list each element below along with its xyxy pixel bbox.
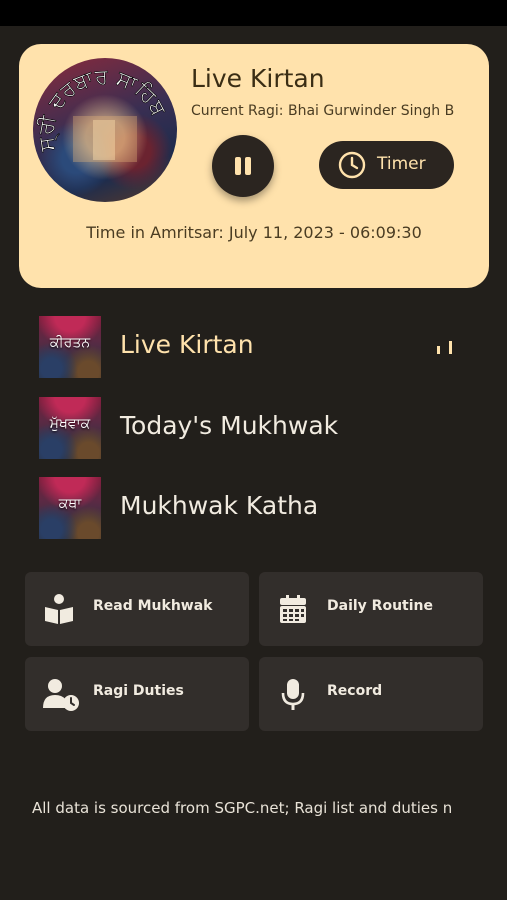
- pause-icon: [235, 157, 241, 175]
- now-playing-equalizer-icon: [437, 341, 452, 354]
- status-bar: [0, 0, 507, 26]
- pause-button[interactable]: [212, 135, 274, 197]
- record-label: Record: [327, 683, 383, 699]
- daily-routine-button[interactable]: Daily Routine: [259, 572, 483, 646]
- track-title: Today's Mukhwak: [120, 411, 339, 440]
- read-mukhwak-label: Read Mukhwak: [93, 598, 213, 614]
- thumbnail-text: ਮੁੱਖਵਾਕ: [49, 416, 91, 432]
- track-live-kirtan[interactable]: ਕੀਰਤਨ Live Kirtan: [39, 316, 479, 378]
- calendar-icon: [280, 595, 306, 623]
- current-ragi: Current Ragi: Bhai Gurwinder Singh B: [191, 103, 455, 119]
- read-mukhwak-button[interactable]: Read Mukhwak: [25, 572, 249, 646]
- daily-routine-label: Daily Routine: [327, 598, 433, 614]
- track-thumbnail: ਮੁੱਖਵਾਕ: [39, 397, 101, 459]
- book-reader-icon: [45, 594, 73, 624]
- clock-icon: [338, 151, 366, 179]
- ragi-duties-button[interactable]: Ragi Duties: [25, 657, 249, 731]
- record-button[interactable]: Record: [259, 657, 483, 731]
- track-thumbnail: ਕੀਰਤਨ: [39, 316, 101, 378]
- amritsar-time: Time in Amritsar: July 11, 2023 - 06:09:…: [86, 223, 422, 242]
- track-title: Mukhwak Katha: [120, 491, 319, 520]
- microphone-icon: [281, 679, 305, 710]
- now-playing-card: ਸ੍ਰੀ ਦਰਬਾਰ ਸਾਹਿਬ Live Kirtan Current Rag…: [19, 44, 489, 288]
- thumbnail-text: ਕਥਾ: [58, 496, 82, 512]
- track-mukhwak-katha[interactable]: ਕਥਾ Mukhwak Katha: [39, 477, 479, 539]
- now-playing-title: Live Kirtan: [191, 64, 325, 93]
- track-todays-mukhwak[interactable]: ਮੁੱਖਵਾਕ Today's Mukhwak: [39, 397, 479, 459]
- timer-label: Timer: [377, 154, 426, 174]
- track-title: Live Kirtan: [120, 330, 254, 359]
- user-clock-icon: [43, 679, 79, 711]
- album-cover: ਸ੍ਰੀ ਦਰਬਾਰ ਸਾਹਿਬ: [33, 58, 177, 202]
- data-source-disclaimer: All data is sourced from SGPC.net; Ragi …: [32, 799, 453, 817]
- ragi-duties-label: Ragi Duties: [93, 683, 184, 699]
- timer-button[interactable]: Timer: [319, 141, 454, 189]
- track-thumbnail: ਕਥਾ: [39, 477, 101, 539]
- thumbnail-text: ਕੀਰਤਨ: [49, 335, 91, 351]
